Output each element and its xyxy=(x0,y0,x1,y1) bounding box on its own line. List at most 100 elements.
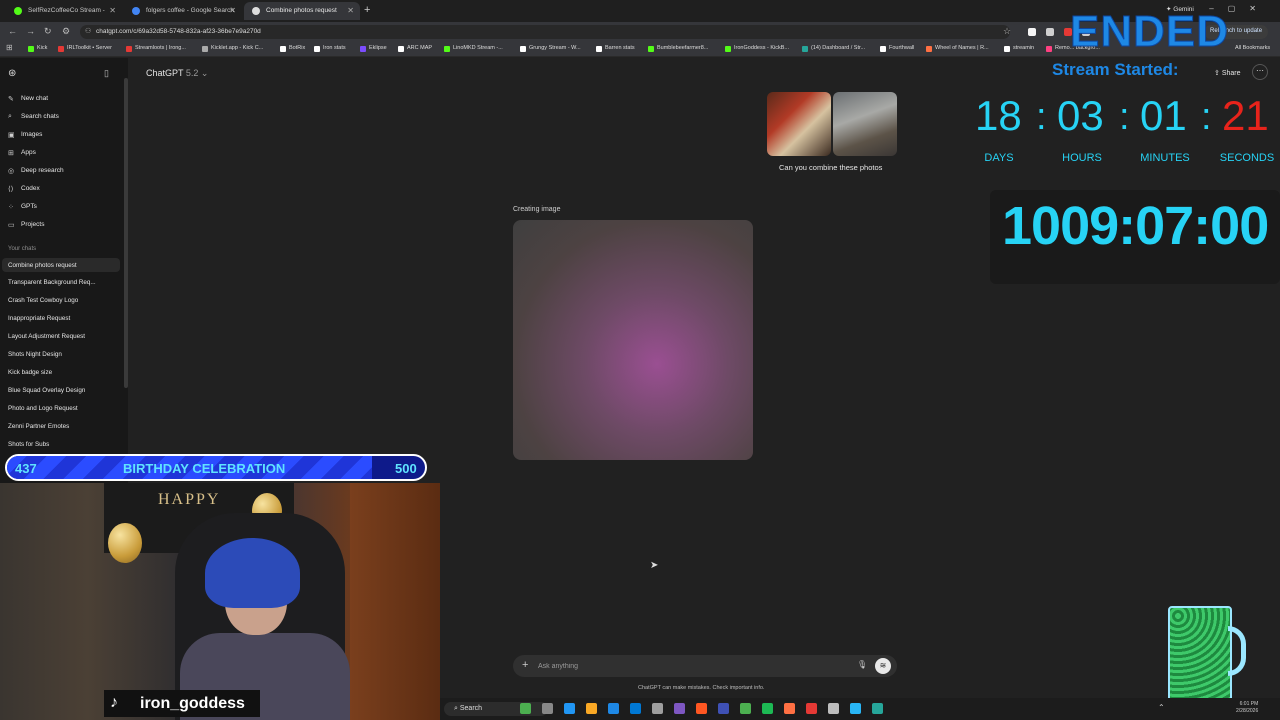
bookmark-item[interactable]: Barren stats xyxy=(596,45,635,52)
taskbar-app-icon[interactable] xyxy=(850,703,861,714)
taskbar-app-icon[interactable] xyxy=(718,703,729,714)
taskbar-app-icon[interactable] xyxy=(542,703,553,714)
bookmark-item[interactable]: Grungy Stream - W... xyxy=(520,45,581,52)
attached-photo-coffee[interactable] xyxy=(767,92,831,156)
browser-tab-google[interactable]: folgers coffee - Google Search ✕ xyxy=(124,2,242,20)
chat-history-item[interactable]: Zenni Partner Emotes xyxy=(8,423,69,430)
tab-title: folgers coffee - Google Search xyxy=(146,7,235,14)
taskbar-app-icon[interactable] xyxy=(608,703,619,714)
chat-history-item[interactable]: Inappropriate Request xyxy=(8,315,70,322)
bookmark-item[interactable]: Streamloots | Irong... xyxy=(126,45,186,52)
taskbar-search[interactable]: ⌕ Search xyxy=(444,702,548,716)
taskbar-app-icon[interactable] xyxy=(630,703,641,714)
openai-logo-icon[interactable]: ⊛ xyxy=(8,68,16,79)
extension-icon[interactable] xyxy=(1028,28,1036,36)
bookmark-item[interactable]: IRLToolkit • Server xyxy=(58,45,112,52)
taskbar-app-icon[interactable] xyxy=(696,703,707,714)
tune-icon[interactable]: ⚙ xyxy=(62,26,70,37)
taskbar-app-icon[interactable] xyxy=(762,703,773,714)
sidebar-item-label: Deep research xyxy=(21,167,64,174)
pencil-icon: ✎ xyxy=(8,96,14,103)
bookmark-item[interactable]: (14) Dashboard / Str... xyxy=(802,45,866,52)
bookmark-label: Eklipse xyxy=(369,45,387,51)
add-attachment-icon[interactable]: + xyxy=(522,659,528,671)
new-tab-button[interactable]: + xyxy=(364,4,370,16)
chat-history-item[interactable]: Blue Squad Overlay Design xyxy=(8,387,85,394)
all-bookmarks-link[interactable]: All Bookmarks xyxy=(1226,45,1270,51)
tray-clock[interactable]: 6:01 PM 2/28/2026 xyxy=(1236,701,1258,715)
taskbar-app-icon[interactable] xyxy=(784,703,795,714)
taskbar-app-icon[interactable] xyxy=(674,703,685,714)
taskbar-app-icon[interactable] xyxy=(652,703,663,714)
sidebar-item-gpts[interactable]: ⁘ GPTs xyxy=(8,203,37,211)
chat-history-item[interactable]: Photo and Logo Request xyxy=(8,405,78,412)
sidebar-item-apps[interactable]: ⊞ Apps xyxy=(8,149,36,157)
chat-history-item[interactable]: Layout Adjustment Request xyxy=(8,333,85,340)
bookmark-label: Iron stats xyxy=(323,45,346,51)
bookmark-item[interactable]: Wheel of Names | R... xyxy=(926,45,989,52)
tray-chevron-icon[interactable]: ⌃ xyxy=(1158,703,1165,712)
site-info-icon[interactable]: ⚇ xyxy=(85,27,91,35)
bookmark-label: (14) Dashboard / Str... xyxy=(811,45,866,51)
bookmark-item[interactable]: ARC MAP xyxy=(398,45,432,52)
apps-grid-icon[interactable]: ⊞ xyxy=(6,43,13,52)
shamrock-mug-image xyxy=(1168,596,1246,710)
sidebar-item-search-chats[interactable]: ⌕ Search chats xyxy=(8,113,59,120)
chat-history-item[interactable]: Transparent Background Req... xyxy=(8,279,96,286)
sidebar-scrollbar[interactable] xyxy=(124,78,128,388)
sidebar-item-new-chat[interactable]: ✎ New chat xyxy=(8,95,48,103)
extension-icon[interactable] xyxy=(1046,28,1054,36)
chat-history-item[interactable]: Crash Test Cowboy Logo xyxy=(8,297,78,304)
sidebar-item-codex[interactable]: ⟨⟩ Codex xyxy=(8,185,40,193)
taskbar-app-icon[interactable] xyxy=(520,703,531,714)
sidebar-item-deep-research[interactable]: ◎ Deep research xyxy=(8,167,64,175)
taskbar-app-icon[interactable] xyxy=(872,703,883,714)
chat-history-item[interactable]: Shots for Subs xyxy=(8,441,49,448)
bookmark-item[interactable]: IronGoddess - KickB... xyxy=(725,45,789,52)
sidebar-item-projects[interactable]: ▭ Projects xyxy=(8,221,44,229)
more-options-icon[interactable]: ⋯ xyxy=(1252,64,1268,80)
reload-icon[interactable]: ↻ xyxy=(44,26,52,37)
bookmark-item[interactable]: Iron stats xyxy=(314,45,346,52)
taskbar-app-icon[interactable] xyxy=(564,703,575,714)
clock-time: 6:01 PM xyxy=(1239,701,1259,707)
back-icon[interactable]: ← xyxy=(8,26,17,36)
voice-mode-icon[interactable]: ≋ xyxy=(875,658,891,674)
close-tab-icon[interactable]: ✕ xyxy=(109,6,116,15)
taskbar-app-icon[interactable] xyxy=(806,703,817,714)
bookmark-item[interactable]: Kick xyxy=(28,45,47,52)
forward-icon[interactable]: → xyxy=(26,26,35,36)
share-button[interactable]: ⇪ Share xyxy=(1214,69,1241,77)
browser-tab-chatgpt[interactable]: Combine photos request ✕ xyxy=(244,2,360,20)
search-icon: ⌕ xyxy=(8,113,12,120)
bookmark-item[interactable]: LinoMKD Stream -... xyxy=(444,45,503,52)
bookmark-label: Streamloots | Irong... xyxy=(135,45,186,51)
bookmark-item[interactable]: Kicklet.app - Kick C... xyxy=(202,45,263,52)
attached-photo-man[interactable] xyxy=(833,92,897,156)
taskbar-app-icon[interactable] xyxy=(740,703,751,714)
chat-history-item[interactable]: Kick badge size xyxy=(8,369,52,376)
bookmark-item[interactable]: streamin xyxy=(1004,45,1035,52)
bookmark-label: streamin xyxy=(1013,45,1035,51)
close-tab-icon[interactable]: ✕ xyxy=(347,6,354,15)
sidebar-item-label: Images xyxy=(21,131,43,138)
taskbar-app-icon[interactable] xyxy=(828,703,839,714)
close-tab-icon[interactable]: ✕ xyxy=(229,6,236,15)
bookmark-item[interactable]: Bumblebeefarmer8... xyxy=(648,45,708,52)
bookmark-star-icon[interactable]: ☆ xyxy=(1003,26,1011,37)
toggle-sidebar-icon[interactable]: ▯ xyxy=(104,68,109,79)
microphone-icon[interactable]: 🎙 xyxy=(857,660,867,669)
bookmark-item[interactable]: BotRix xyxy=(280,45,305,52)
taskbar-app-icon[interactable] xyxy=(586,703,597,714)
bookmark-item[interactable]: Eklipse xyxy=(360,45,387,52)
browser-tab-kick[interactable]: SelfRezCoffeeCo Stream - ✕ xyxy=(6,2,122,20)
mug-body xyxy=(1168,606,1232,710)
sidebar-item-images[interactable]: ▣ Images xyxy=(8,131,43,139)
url-bar[interactable]: ⚇ chatgpt.com/c/69a32d58-5748-832a-af23-… xyxy=(80,25,1010,39)
composer-input[interactable] xyxy=(538,659,838,673)
model-selector[interactable]: ChatGPT 5.2 ⌄ xyxy=(146,68,208,79)
chat-history-item[interactable]: Shots Night Design xyxy=(8,351,62,358)
chat-history-item[interactable]: Combine photos request xyxy=(2,258,120,272)
bookmark-item[interactable]: Fourthwall xyxy=(880,45,914,52)
bookmark-favicon-icon xyxy=(444,46,450,52)
